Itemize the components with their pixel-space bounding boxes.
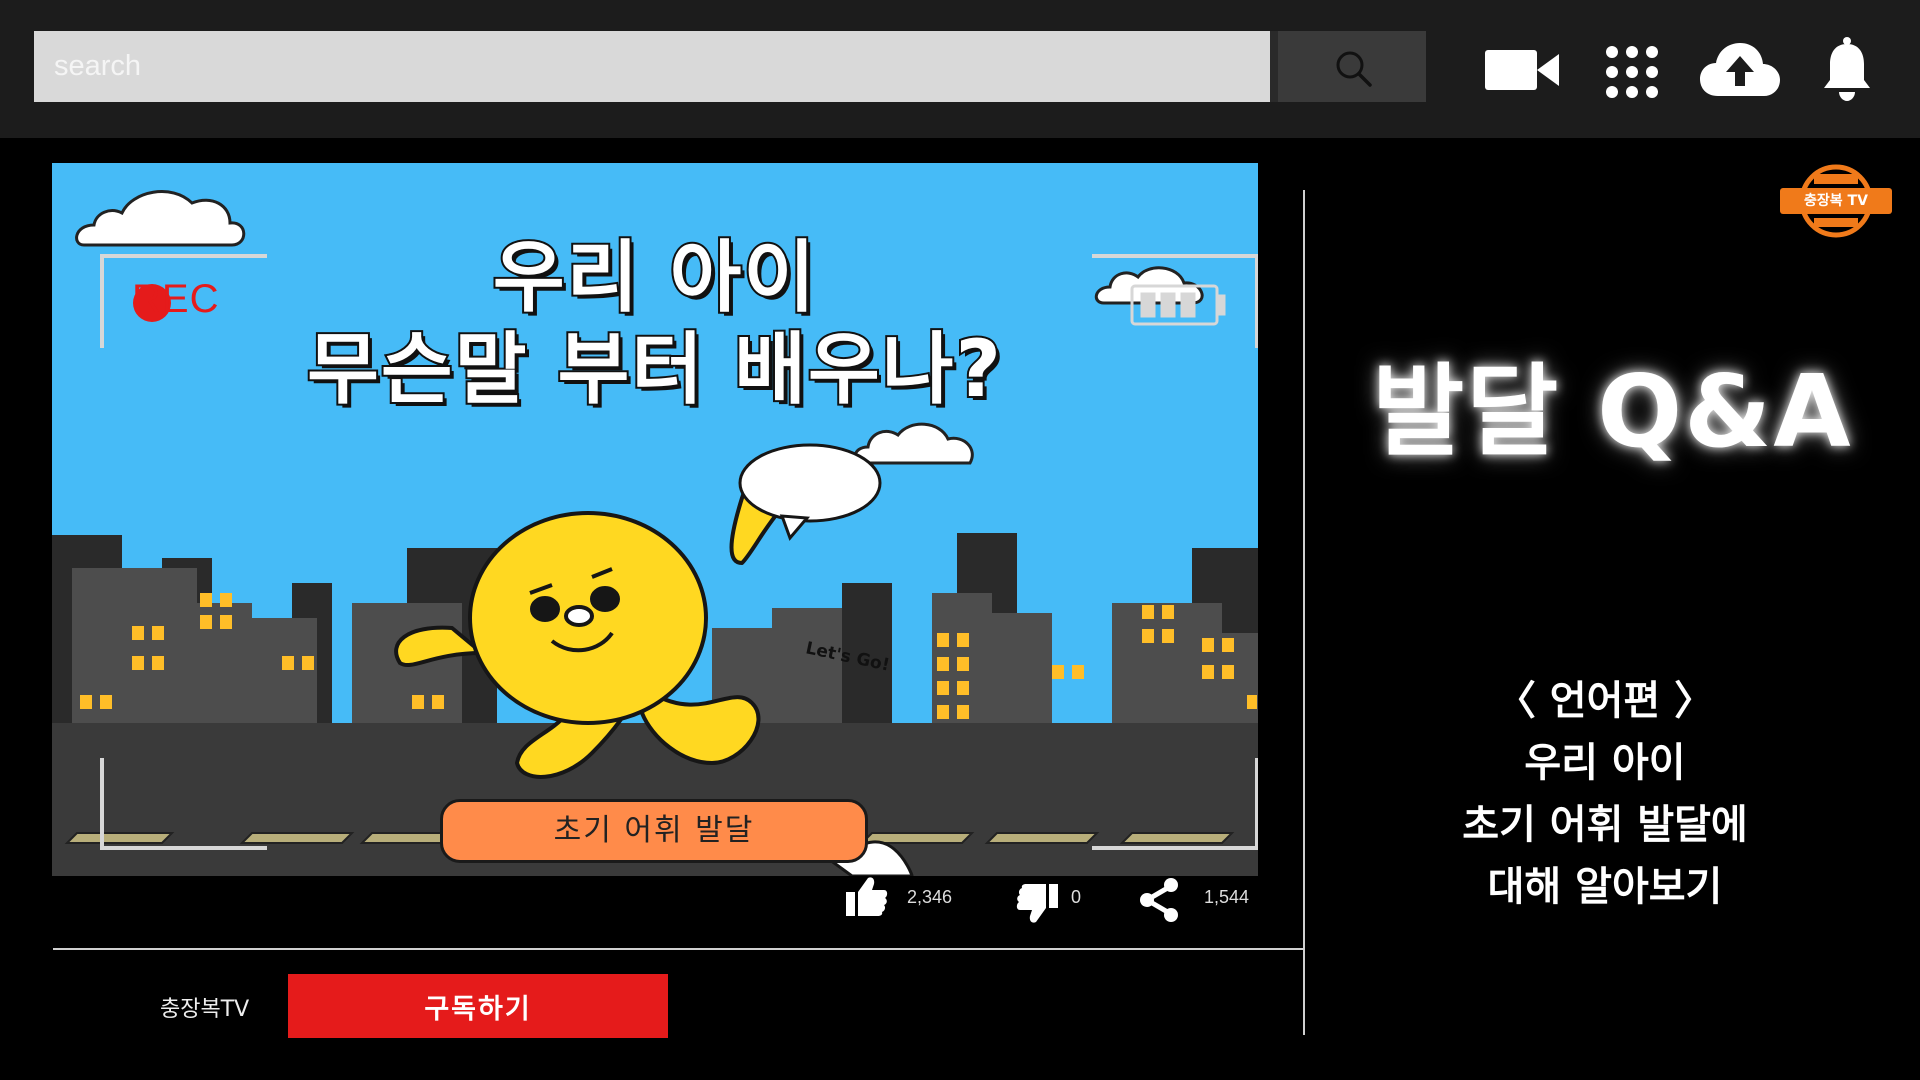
like-count: 2,346 xyxy=(907,887,953,907)
dislike-count: 0 xyxy=(1071,887,1082,907)
thumbnail-cta-button: 초기 어휘 발달 xyxy=(440,799,868,863)
search-button[interactable] xyxy=(1270,31,1426,102)
panel-line-4: 대해 알아보기 xyxy=(1487,864,1723,910)
share-count: 1,544 xyxy=(1204,887,1250,907)
panel-line-1: 〈 언어편 〉 xyxy=(1495,678,1715,724)
bell-icon[interactable] xyxy=(1822,36,1872,102)
upload-cloud-icon[interactable] xyxy=(1700,40,1780,98)
dislike-icon[interactable] xyxy=(1016,884,1058,924)
like-icon[interactable] xyxy=(846,876,888,916)
search-input[interactable] xyxy=(34,31,1270,102)
apps-grid-icon[interactable] xyxy=(1605,45,1659,99)
channel-logo-text: 충장복 TV xyxy=(1804,193,1868,209)
top-bar xyxy=(0,0,1920,138)
horizontal-divider xyxy=(53,948,1305,950)
video-camera-icon[interactable] xyxy=(1485,48,1559,92)
panel-title: 발달 Q&A xyxy=(1372,353,1853,470)
page: Let's Go! REC 우리 아이 무슨말 부터 배우나? 초기 어휘 발달… xyxy=(0,0,1920,1080)
panel-line-2: 우리 아이 xyxy=(1524,740,1686,786)
channel-name[interactable]: 충장복TV xyxy=(160,991,249,1023)
panel-line-3: 초기 어휘 발달에 xyxy=(1462,802,1748,848)
subscribe-button[interactable]: 구독하기 xyxy=(288,974,668,1038)
thumbnail-title-line2: 무슨말 부터 배우나? xyxy=(305,323,1003,417)
share-icon[interactable] xyxy=(1138,878,1180,922)
search-icon xyxy=(1336,51,1372,87)
